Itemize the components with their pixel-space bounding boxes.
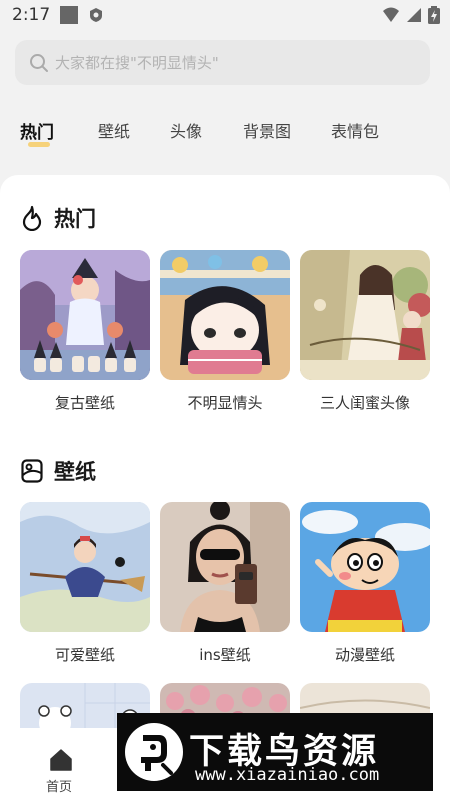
search-input[interactable]: 大家都在搜"不明显情头" [55,52,219,73]
tile-bestie-avatar-label: 三人闺蜜头像 [319,394,410,412]
tile-cute-wallpaper[interactable] [20,502,150,632]
tab-background[interactable]: 背景图 [243,118,291,142]
wallpaper-icon [21,459,43,483]
tab-wallpaper[interactable]: 壁纸 [98,118,130,142]
section-hot-label: 热门 [54,207,96,231]
tab-stickers[interactable]: 表情包 [331,118,379,142]
ins-wallpaper-image [160,502,290,632]
wifi-icon [383,7,399,22]
status-time: 2:17 [12,5,51,25]
tile-couple-avatar-label: 不明显情头 [187,394,263,412]
tab-hot[interactable]: 热门 [20,118,54,143]
home-icon[interactable] [49,748,73,772]
tile-anime-wallpaper[interactable] [300,502,430,632]
bird-logo-icon [125,723,183,781]
tile-retro-wallpaper-label: 复古壁纸 [54,394,115,412]
tab-active-indicator [28,142,50,147]
banner-url: www.xiazainiao.com [195,765,380,785]
category-tabs: 热门 壁纸 头像 背景图 表情包 [0,112,450,152]
search-bar[interactable]: 大家都在搜"不明显情头" [15,40,430,85]
battery-icon [428,6,440,24]
retro-wallpaper-image [20,250,150,380]
tile-anime-wallpaper-label: 动漫壁纸 [334,646,395,664]
nav-home-label[interactable]: 首页 [46,776,72,795]
notification-square-icon [60,6,79,24]
tab-avatar[interactable]: 头像 [170,118,202,142]
tile-couple-avatar[interactable] [160,250,290,380]
anime-wallpaper-image [300,502,430,632]
tile-ins-wallpaper[interactable] [160,502,290,632]
watermark-banner: 下载鸟资源 www.xiazainiao.com [117,713,433,791]
search-icon [30,53,48,72]
tile-cute-wallpaper-label: 可爱壁纸 [54,646,115,664]
tile-ins-wallpaper-label: ins壁纸 [199,646,251,664]
section-wallpaper-label: 壁纸 [54,460,96,484]
tile-retro-wallpaper[interactable] [20,250,150,380]
flame-icon [22,205,42,231]
section-hot-title: 热门 [20,203,96,233]
bestie-avatar-image [300,250,430,380]
status-bar: 2:17 [0,0,450,30]
couple-avatar-image [160,250,290,380]
shield-icon [90,8,103,22]
tile-bestie-avatar[interactable] [300,250,430,380]
section-wallpaper-title: 壁纸 [20,456,96,486]
signal-icon [407,8,421,22]
cute-wallpaper-image [20,502,150,632]
